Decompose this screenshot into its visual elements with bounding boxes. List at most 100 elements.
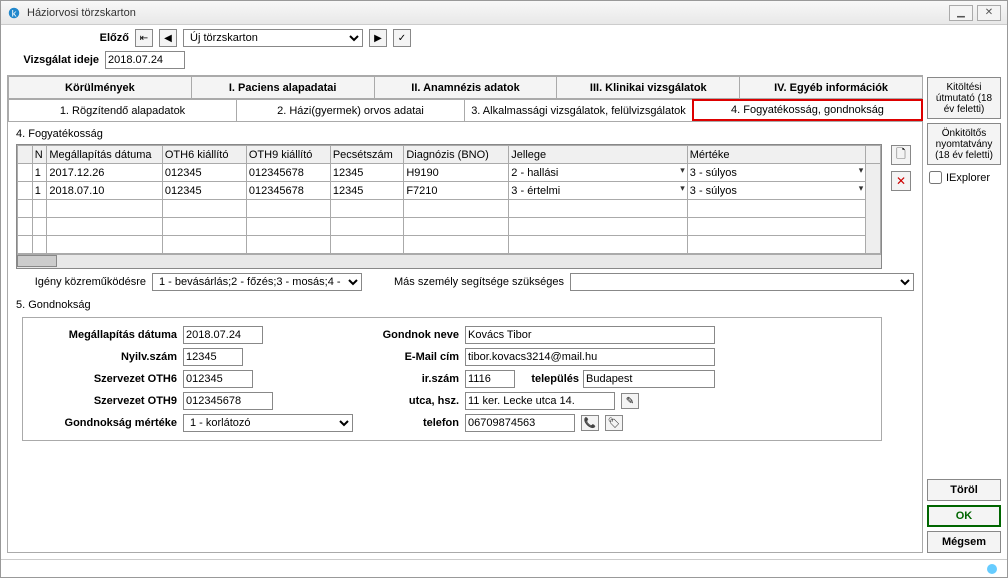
scroll-header	[866, 146, 881, 164]
back-button[interactable]: ◀	[159, 29, 177, 47]
col-oth9: OTH9 kiállító	[246, 146, 330, 164]
g-name-input[interactable]	[465, 326, 715, 344]
guardian-box: Megállapítás dátuma Gondnok neve Nyilv.s…	[22, 317, 882, 441]
col-oth6: OTH6 kiállító	[162, 146, 246, 164]
col-jelleg: Jellege	[509, 146, 687, 164]
g-nyilv-label: Nyilv.szám	[27, 351, 177, 363]
g-tel-input[interactable]	[465, 414, 575, 432]
col-pecset: Pecsétszám	[330, 146, 403, 164]
section5-title: 5. Gondnokság	[8, 293, 922, 313]
exam-date-row: Vizsgálat ideje	[1, 51, 1007, 73]
g-email-label: E-Mail cím	[359, 351, 459, 363]
col-n: N	[32, 146, 47, 164]
g-nyilv-input[interactable]	[183, 348, 243, 366]
main-tabs: Körülmények I. Paciens alapadatai II. An…	[8, 76, 922, 99]
prev-record-button[interactable]: ⇤	[135, 29, 153, 47]
subtab-haziorvos[interactable]: 2. Házi(gyermek) orvos adatai	[236, 99, 465, 121]
ok-button[interactable]: OK	[927, 505, 1001, 527]
assist-select[interactable]: 1 - bevásárlás;2 - főzés;3 - mosás;4 - t	[152, 273, 362, 291]
row-marker-header	[18, 146, 33, 164]
titlebar: k Háziorvosi törzskarton ▁ ✕	[1, 1, 1007, 25]
g-date-input[interactable]	[183, 326, 263, 344]
table-row[interactable]: 1 2017.12.26 012345 012345678 12345 H919…	[18, 164, 881, 182]
subtab-alkalmassagi[interactable]: 3. Alkalmassági vizsgálatok, felülvizsgá…	[464, 99, 693, 121]
content-wrap: Körülmények I. Paciens alapadatai II. An…	[1, 73, 1007, 559]
sub-tabs: 1. Rögzítendő alapadatok 2. Házi(gyermek…	[8, 99, 922, 122]
delete-button[interactable]: Töröl	[927, 479, 1001, 501]
delete-row-button[interactable]: ✕	[891, 171, 911, 191]
exam-date-input[interactable]	[105, 51, 185, 69]
tab-egyeb[interactable]: IV. Egyéb információk	[739, 76, 923, 98]
table-row[interactable]	[18, 200, 881, 218]
g-ir-label: ir.szám	[359, 373, 459, 385]
section4-title: 4. Fogyatékosság	[8, 122, 922, 142]
subtab-rogzitendo[interactable]: 1. Rögzítendő alapadatok	[8, 99, 237, 121]
g-email-input[interactable]	[465, 348, 715, 366]
svg-text:k: k	[12, 8, 17, 19]
col-diag: Diagnózis (BNO)	[404, 146, 509, 164]
tab-klinikai[interactable]: III. Klinikai vizsgálatok	[556, 76, 740, 98]
app-icon: k	[7, 6, 21, 20]
table-row[interactable]	[18, 236, 881, 254]
tab-korulmenyek[interactable]: Körülmények	[8, 76, 192, 98]
prev-label: Előző	[9, 32, 129, 44]
g-telepules-label: település	[519, 373, 579, 385]
record-select[interactable]: Új törzskarton	[183, 29, 363, 47]
right-pane: Kitöltési útmutató (18 év feletti) Önkit…	[927, 75, 1001, 553]
forward-button[interactable]: ▶	[369, 29, 387, 47]
g-name-label: Gondnok neve	[359, 329, 459, 341]
action-buttons: Töröl OK Mégsem	[927, 479, 1001, 553]
tab-paciens[interactable]: I. Paciens alapadatai	[191, 76, 375, 98]
vscroll[interactable]	[866, 164, 881, 254]
other-assist-label: Más személy segítsége szükséges	[394, 276, 564, 288]
g-utca-input[interactable]	[465, 392, 615, 410]
disability-table-wrap: 🗋 ✕ N Megállapítás dátuma OTH6 kiállító …	[16, 144, 882, 269]
disability-table[interactable]: N Megállapítás dátuma OTH6 kiállító OTH9…	[17, 145, 881, 254]
dial-icon[interactable]: 📞	[581, 415, 599, 431]
status-icon	[985, 562, 999, 576]
subtab-fogyatekossag[interactable]: 4. Fogyatékosság, gondnokság	[692, 99, 923, 121]
minimize-button[interactable]: ▁	[949, 5, 973, 21]
col-date: Megállapítás dátuma	[47, 146, 162, 164]
assist-row: Igény közreműködésre 1 - bevásárlás;2 - …	[8, 271, 922, 293]
iexplorer-row: IExplorer	[927, 169, 1001, 186]
exam-date-label: Vizsgálat ideje	[9, 54, 99, 66]
main-window: k Háziorvosi törzskarton ▁ ✕ Előző ⇤ ◀ Ú…	[0, 0, 1008, 578]
iexplorer-checkbox[interactable]	[929, 171, 942, 184]
g-oth9-input[interactable]	[183, 392, 273, 410]
col-mertek: Mértéke	[687, 146, 865, 164]
nav-toolbar: Előző ⇤ ◀ Új törzskarton ▶ ✓	[1, 25, 1007, 51]
table-actions: 🗋 ✕	[891, 145, 911, 191]
g-oth6-label: Szervezet OTH6	[27, 373, 177, 385]
g-mertek-select[interactable]: 1 - korlátozó	[183, 414, 353, 432]
left-pane: Körülmények I. Paciens alapadatai II. An…	[7, 75, 923, 553]
g-ir-row: település	[465, 370, 715, 388]
g-tel-row: 📞 🏷	[465, 414, 715, 432]
edit-address-icon[interactable]: ✎	[621, 393, 639, 409]
table-row[interactable]: 1 2018.07.10 012345 012345678 12345 F721…	[18, 182, 881, 200]
iexplorer-label: IExplorer	[946, 172, 990, 184]
form-button[interactable]: Önkitöltős nyomtatvány (18 év feletti)	[927, 123, 1001, 165]
window-title: Háziorvosi törzskarton	[27, 7, 945, 19]
phone-tag-icon[interactable]: 🏷	[605, 415, 623, 431]
tab-anamnezis[interactable]: II. Anamnézis adatok	[374, 76, 558, 98]
cancel-button[interactable]: Mégsem	[927, 531, 1001, 553]
table-row[interactable]	[18, 218, 881, 236]
g-tel-label: telefon	[359, 417, 459, 429]
guide-button[interactable]: Kitöltési útmutató (18 év feletti)	[927, 77, 1001, 119]
new-row-button[interactable]: 🗋	[891, 145, 911, 165]
g-telepules-input[interactable]	[583, 370, 715, 388]
g-oth6-input[interactable]	[183, 370, 253, 388]
other-assist-select[interactable]	[570, 273, 914, 291]
g-utca-row: ✎	[465, 392, 715, 410]
g-mertek-label: Gondnokság mértéke	[27, 417, 177, 429]
g-utca-label: utca, hsz.	[359, 395, 459, 407]
g-ir-input[interactable]	[465, 370, 515, 388]
hscroll[interactable]	[17, 254, 881, 268]
confirm-nav-button[interactable]: ✓	[393, 29, 411, 47]
g-oth9-label: Szervezet OTH9	[27, 395, 177, 407]
g-date-label: Megállapítás dátuma	[27, 329, 177, 341]
close-button[interactable]: ✕	[977, 5, 1001, 21]
assist-label: Igény közreműködésre	[16, 276, 146, 288]
statusbar	[1, 559, 1007, 577]
